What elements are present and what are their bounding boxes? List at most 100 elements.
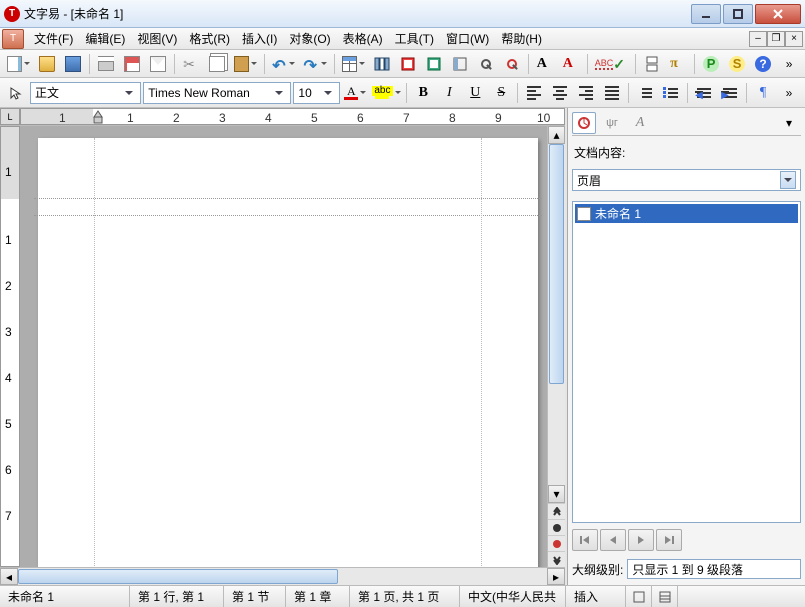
app-menu-icon[interactable]: T [2, 29, 24, 49]
italic-button[interactable]: I [437, 81, 461, 105]
insert-table-button[interactable] [339, 52, 368, 76]
open-button[interactable] [35, 52, 59, 76]
export-pdf-button[interactable] [120, 52, 144, 76]
menu-file[interactable]: 文件(F) [28, 28, 79, 49]
navigator-menu[interactable]: ▾ [777, 112, 801, 134]
font-combo[interactable]: Times New Roman [143, 82, 291, 104]
mail-button[interactable] [146, 52, 170, 76]
nav-button[interactable] [448, 52, 472, 76]
number-list-button[interactable] [633, 81, 657, 105]
navigator-tab-1[interactable] [572, 112, 596, 134]
font-value: Times New Roman [148, 86, 250, 100]
navigator-tab-2[interactable]: ψг [600, 112, 624, 134]
size-combo[interactable]: 10 [293, 82, 340, 104]
frame1-button[interactable] [396, 52, 420, 76]
mdi-restore-button[interactable]: ❐ [767, 31, 785, 47]
menu-table[interactable]: 表格(A) [337, 28, 389, 49]
font-A-button[interactable]: A [533, 52, 557, 76]
scroll-left-button[interactable]: ◂ [0, 568, 18, 585]
page-break-button[interactable] [640, 52, 664, 76]
zoom-button[interactable] [474, 52, 498, 76]
header-region[interactable] [38, 198, 538, 216]
status-view-2[interactable] [652, 586, 678, 607]
nav-first-button[interactable] [572, 529, 598, 551]
outdent-button[interactable]: ◀ [692, 81, 716, 105]
p-button[interactable]: P [699, 52, 723, 76]
browse-object-nav-2[interactable] [548, 535, 565, 551]
style-combo[interactable]: 正文 [30, 82, 141, 104]
toolbar-overflow-2[interactable]: » [777, 81, 801, 105]
outline-level-value[interactable]: 只显示 1 到 9 级段落 [627, 559, 801, 579]
align-right-button[interactable] [574, 81, 598, 105]
help-button[interactable]: ? [751, 52, 775, 76]
bullet-list-button[interactable] [659, 81, 683, 105]
page[interactable] [38, 138, 538, 567]
nav-prev-button[interactable] [600, 529, 626, 551]
scroll-thumb[interactable] [549, 144, 564, 384]
close-button[interactable] [755, 4, 801, 24]
status-language[interactable]: 中文(中华人民共 [460, 586, 566, 607]
align-left-button[interactable] [522, 81, 546, 105]
horizontal-ruler[interactable]: 1 1 2 3 4 5 6 7 8 9 10 [20, 108, 565, 125]
prev-page-nav[interactable] [548, 503, 565, 519]
hscroll-thumb[interactable] [18, 569, 338, 584]
underline-button[interactable]: U [463, 81, 487, 105]
paragraph-marks-button[interactable]: ¶ [751, 81, 775, 105]
copy-button[interactable] [205, 52, 229, 76]
paste-button[interactable] [231, 52, 260, 76]
mdi-minimize-button[interactable]: – [749, 31, 767, 47]
zoom-red-button[interactable] [500, 52, 524, 76]
bold-button[interactable]: B [411, 81, 435, 105]
mdi-close-button[interactable]: × [785, 31, 803, 47]
minimize-button[interactable] [691, 4, 721, 24]
horizontal-scrollbar[interactable]: ◂ ▸ [0, 567, 565, 585]
frame2-button[interactable] [422, 52, 446, 76]
redo-button[interactable]: ↷ [300, 52, 329, 76]
hscroll-track[interactable] [18, 568, 547, 585]
content-select[interactable]: 页眉 [572, 169, 801, 191]
menu-view[interactable]: 视图(V) [131, 28, 183, 49]
font-color-button[interactable]: A [342, 81, 368, 105]
menu-insert[interactable]: 插入(I) [236, 28, 283, 49]
new-button[interactable] [4, 52, 33, 76]
scroll-track[interactable] [548, 144, 565, 485]
menu-edit[interactable]: 编辑(E) [79, 28, 131, 49]
menu-window[interactable]: 窗口(W) [440, 28, 495, 49]
align-center-button[interactable] [548, 81, 572, 105]
content-tree[interactable]: 未命名 1 [572, 201, 801, 523]
font-Ared-button[interactable]: A [559, 52, 583, 76]
maximize-button[interactable] [723, 4, 753, 24]
spellcheck-button[interactable]: ABC✓ [592, 52, 631, 76]
menu-tools[interactable]: 工具(T) [389, 28, 440, 49]
browse-object-nav[interactable] [548, 519, 565, 535]
page-area[interactable] [20, 126, 547, 567]
navigator-tab-3[interactable]: A [628, 112, 652, 134]
menu-object[interactable]: 对象(O) [283, 28, 336, 49]
highlight-button[interactable]: abc [370, 81, 402, 105]
vertical-ruler[interactable]: 1 1 2 3 4 5 6 7 [0, 126, 20, 567]
print-button[interactable] [94, 52, 118, 76]
menu-format[interactable]: 格式(R) [183, 28, 236, 49]
next-page-nav[interactable] [548, 551, 565, 567]
scroll-up-button[interactable]: ▴ [548, 126, 565, 144]
s-button[interactable]: S [725, 52, 749, 76]
tree-item[interactable]: 未命名 1 [575, 204, 798, 223]
nav-last-button[interactable] [656, 529, 682, 551]
nav-next-button[interactable] [628, 529, 654, 551]
vertical-scrollbar[interactable]: ▴ ▾ [547, 126, 565, 567]
status-insert-mode[interactable]: 插入 [566, 586, 626, 607]
toolbar-overflow[interactable]: » [777, 52, 801, 76]
columns-button[interactable] [370, 52, 394, 76]
scroll-down-button[interactable]: ▾ [548, 485, 565, 503]
align-justify-button[interactable] [600, 81, 624, 105]
indent-button[interactable]: ▶ [718, 81, 742, 105]
save-button[interactable] [61, 52, 85, 76]
scroll-right-button[interactable]: ▸ [547, 568, 565, 585]
menu-help[interactable]: 帮助(H) [495, 28, 548, 49]
strike-button[interactable]: S [489, 81, 513, 105]
select-tool[interactable] [4, 81, 28, 105]
pi-button[interactable]: π [666, 52, 690, 76]
status-view-1[interactable] [626, 586, 652, 607]
undo-button[interactable]: ↶ [269, 52, 298, 76]
cut-button[interactable]: ✂ [179, 52, 203, 76]
